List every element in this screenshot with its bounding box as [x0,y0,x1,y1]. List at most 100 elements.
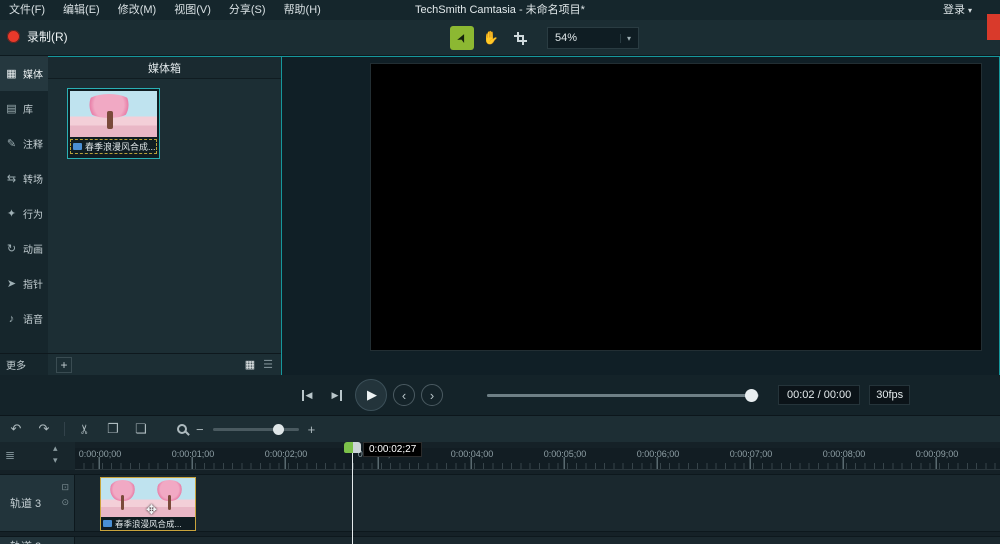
track-options-icon[interactable]: ≣ [5,448,15,462]
sidebar-item-label: 语音 [23,315,43,326]
ruler-label: 0:00:01;00 [171,449,215,459]
grid-view-icon[interactable]: ▦ [245,358,255,371]
edit-tool-button[interactable]: ➤ [450,26,474,50]
track-2-header[interactable]: 轨道 2 [0,537,75,544]
sidebar: ▦ 媒体 ▤ 库 ✎ 注释 ⇆ 转场 ✦ 行为 ↻ 动画 ➤ 指针 ♪ 语音 更… [0,56,48,375]
window-title: TechSmith Camtasia - 未命名项目* [415,4,585,16]
timeline-zoom-slider[interactable] [212,423,299,435]
media-type-icon [73,143,82,150]
list-view-icon[interactable]: ☰ [263,358,273,371]
sidebar-item-voice[interactable]: ♪ 语音 [0,301,48,336]
sidebar-item-animations[interactable]: ↻ 动画 [0,231,48,266]
play-icon: ▶ [367,387,377,402]
menu-view[interactable]: 视图(V) [165,0,220,20]
scroll-up-icon[interactable]: ▴ [53,443,58,454]
annotation-icon: ✎ [6,138,17,150]
sidebar-item-label: 转场 [23,175,43,186]
preview-canvas[interactable] [370,63,982,351]
timeline-toolbar: ↶ ↷ ✂ ❐ ❏ − + [0,415,1000,442]
media-bin-content[interactable]: 春季浪漫风合成... [48,79,281,353]
undo-icon[interactable]: ↶ [8,421,24,437]
ruler-label: 0:00:02;00 [264,449,308,459]
sidebar-item-label: 媒体 [23,70,43,81]
fps-display: 30fps [869,385,911,405]
chevron-down-icon: ▾ [967,6,972,15]
media-item-label: 春季浪漫风合成... [70,139,157,154]
ruler-label: 0:00:07;00 [729,449,773,459]
zoom-in-button[interactable]: + [308,422,316,437]
media-item[interactable]: 春季浪漫风合成... [67,88,160,159]
signin-button[interactable]: 登录 ▾ [943,0,972,20]
prev-frame-icon: ◀ [301,389,312,401]
record-button[interactable]: 录制(R) [7,28,68,45]
sidebar-item-behaviors[interactable]: ✦ 行为 [0,196,48,231]
canvas-panel [282,56,1000,375]
copy-icon[interactable]: ❐ [105,421,121,437]
playhead-line[interactable] [352,452,353,544]
track-label: 轨道 2 [10,538,41,544]
canvas-zoom-select[interactable]: 54% ▾ [547,27,639,49]
sidebar-item-transitions[interactable]: ⇆ 转场 [0,161,48,196]
menu-share[interactable]: 分享(S) [220,0,275,20]
playback-slider-fill [487,393,749,397]
play-button[interactable]: ▶ [355,379,387,411]
menu-help[interactable]: 帮助(H) [275,0,330,20]
playback-slider-handle[interactable] [745,388,758,402]
toolbar: 录制(R) ➤ ✋ 54% ▾ [0,20,1000,56]
eye-icon[interactable]: ⊙ [61,498,69,507]
clip-label: 春季浪漫风合成... [101,517,195,530]
sidebar-item-library[interactable]: ▤ 库 [0,91,48,126]
close-button[interactable] [987,14,1000,40]
add-media-button[interactable]: + [56,356,72,373]
track-3-header[interactable]: 轨道 3 ⊡ ⊙ [0,475,75,531]
crop-tool-button[interactable] [508,26,532,50]
timeline-zoom-handle[interactable] [272,423,284,435]
record-label: 录制(R) [27,30,68,44]
playhead-time-label: 0:00:02;27 [363,442,423,457]
pointer-icon: ➤ [6,278,17,290]
zoom-out-button[interactable]: − [196,422,204,437]
menu-edit[interactable]: 编辑(E) [54,0,109,20]
step-forward-button[interactable]: › [421,384,443,406]
menu-modify[interactable]: 修改(M) [109,0,166,20]
animation-icon: ↻ [6,243,17,255]
sidebar-item-label: 行为 [23,210,43,221]
playback-slider[interactable] [487,388,759,402]
sidebar-item-media[interactable]: ▦ 媒体 [0,56,48,91]
pan-tool-button[interactable]: ✋ [479,26,503,50]
sidebar-item-cursor[interactable]: ➤ 指针 [0,266,48,301]
next-frame-button[interactable]: ▶ [325,383,349,407]
ruler-label: 0:00:00;00 [78,449,122,459]
microphone-icon: ♪ [8,312,15,325]
sidebar-item-annotations[interactable]: ✎ 注释 [0,126,48,161]
ruler-label: 0:00:04;00 [450,449,494,459]
timeline: ≣ ▴ ▾ 0:00:00;00 0:00:01;00 0:00:02;00 0… [0,442,1000,544]
sidebar-item-label: 指针 [23,280,43,291]
cut-icon[interactable]: ✂ [77,421,93,437]
menu-file[interactable]: 文件(F) [0,0,54,20]
paste-icon[interactable]: ❏ [133,421,149,437]
playback-bar: ◀ ▶ ▶ ‹ › 00:02 / 00:00 30fps [0,375,1000,415]
playhead-in-handle[interactable] [344,442,353,453]
divider [64,422,65,436]
timeline-zoom-controls: − + [177,422,315,437]
camtasia-window: 文件(F) 编辑(E) 修改(M) 视图(V) 分享(S) 帮助(H) Tech… [0,0,1000,544]
lock-icon[interactable]: ⊡ [61,483,69,492]
menubar: 文件(F) 编辑(E) 修改(M) 视图(V) 分享(S) 帮助(H) Tech… [0,0,1000,20]
sidebar-item-label: 注释 [23,140,43,151]
step-back-button[interactable]: ‹ [393,384,415,406]
main-area: ▦ 媒体 ▤ 库 ✎ 注释 ⇆ 转场 ✦ 行为 ↻ 动画 ➤ 指针 ♪ 语音 更… [0,56,1000,375]
playhead-handle[interactable] [344,442,361,453]
scroll-down-icon[interactable]: ▾ [53,455,58,466]
sidebar-item-label: 动画 [23,245,43,256]
playhead-out-handle[interactable] [352,442,361,453]
timeline-ruler[interactable]: 0:00:00;00 0:00:01;00 0:00:02;00 0:00:03… [75,448,1000,470]
chevron-down-icon: ▾ [619,33,631,43]
redo-icon[interactable]: ↷ [36,421,52,437]
record-icon [7,30,20,43]
ruler-label: 0:00:09;00 [915,449,959,459]
previous-frame-button[interactable]: ◀ [295,383,319,407]
media-bin-title: 媒体箱 [48,57,281,79]
sidebar-more-button[interactable]: 更多 [0,353,48,375]
zoom-value: 54% [555,32,578,44]
